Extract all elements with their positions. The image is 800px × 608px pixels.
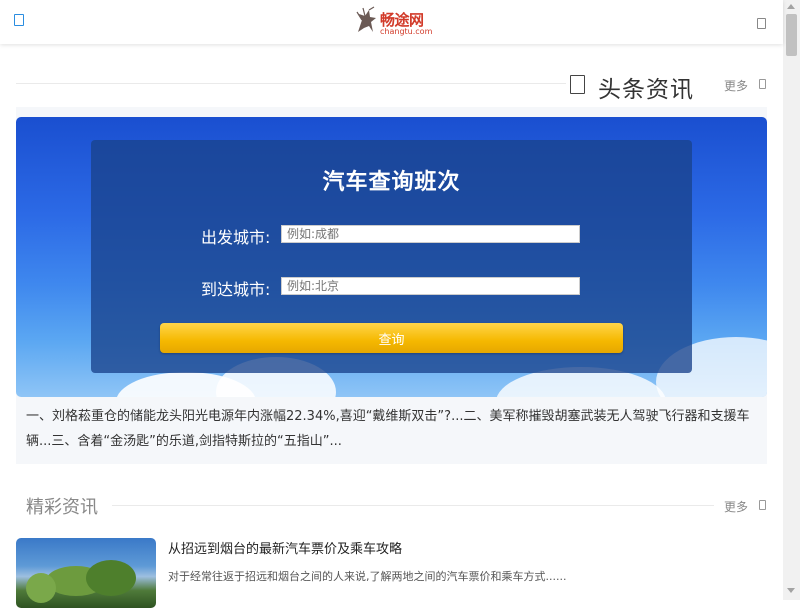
- section-divider: [112, 505, 714, 506]
- section-divider: [16, 83, 566, 84]
- site-logo[interactable]: 畅途网 changtu.com: [354, 6, 432, 40]
- headline-more-link[interactable]: 更多: [724, 77, 748, 94]
- search-panel-title: 汽车查询班次: [322, 170, 461, 195]
- arrival-city-input[interactable]: [281, 277, 580, 295]
- departure-label: 出发城市:: [201, 228, 271, 247]
- news-icon: [570, 75, 585, 94]
- article-title[interactable]: 从招远到烟台的最新汽车票价及乘车攻略: [168, 538, 402, 557]
- scroll-down-arrow-icon[interactable]: [787, 588, 795, 593]
- top-navigation-bar: 畅途网 changtu.com: [0, 0, 783, 44]
- query-button[interactable]: 查询: [160, 323, 623, 353]
- article-thumbnail[interactable]: [16, 538, 156, 608]
- scroll-thumb[interactable]: [786, 14, 797, 56]
- departure-city-input[interactable]: [281, 225, 580, 243]
- chevron-right-icon[interactable]: [759, 500, 766, 510]
- featured-section-title: 精彩资讯: [26, 497, 98, 518]
- chevron-right-icon[interactable]: [759, 79, 766, 89]
- news-summary[interactable]: 一、刘格菘重仓的储能龙头阳光电源年内涨幅22.34%,喜迎“戴维斯双击”?...…: [26, 404, 761, 454]
- logo-domain: changtu.com: [380, 27, 433, 36]
- search-panel: 汽车查询班次 出发城市: 到达城市: 查询: [91, 140, 692, 373]
- article-description: 对于经常往返于招远和烟台之间的人来说,了解两地之间的汽车票价和乘车方式.....…: [168, 570, 567, 583]
- headline-section-title: 头条资讯: [598, 77, 694, 103]
- tree-decoration: [26, 573, 56, 603]
- arrival-label: 到达城市:: [201, 280, 271, 299]
- search-banner: 汽车查询班次 出发城市: 到达城市: 查询: [16, 117, 767, 397]
- featured-more-link[interactable]: 更多: [724, 498, 748, 515]
- logo-horse-icon: [356, 6, 376, 32]
- tree-decoration: [86, 560, 136, 596]
- scroll-up-arrow-icon[interactable]: [787, 4, 795, 9]
- user-icon[interactable]: [757, 18, 766, 29]
- menu-icon[interactable]: [14, 14, 24, 26]
- page-scrollbar[interactable]: [783, 0, 800, 600]
